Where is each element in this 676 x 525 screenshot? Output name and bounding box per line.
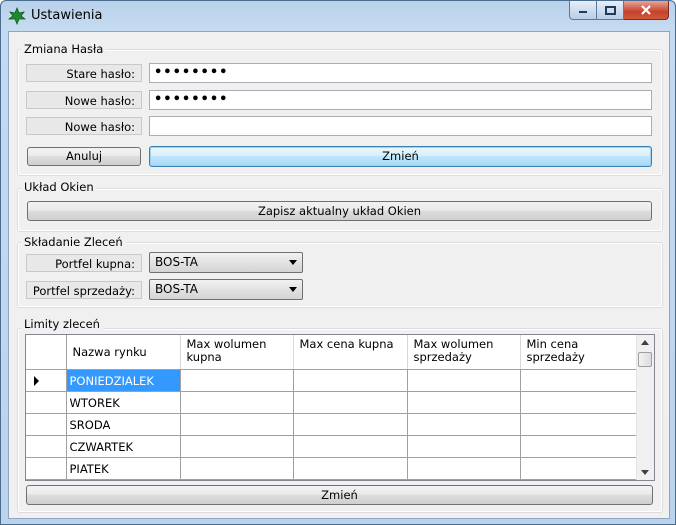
chevron-down-icon: [289, 287, 297, 292]
change-password-button[interactable]: Zmień: [149, 146, 652, 167]
column-header[interactable]: Nazwa rynku: [66, 335, 181, 370]
grid-vertical-scrollbar[interactable]: [636, 335, 654, 480]
layout-group-title: Układ Okien: [21, 180, 97, 194]
market-name-cell[interactable]: PONIEDZIALEK: [66, 369, 181, 392]
chevron-down-icon: [289, 260, 297, 265]
column-header[interactable]: Max wolumen sprzedaży: [407, 335, 521, 370]
scroll-down-icon[interactable]: [641, 470, 649, 475]
buy-portfolio-select[interactable]: BOS-TA: [149, 252, 303, 273]
table-row[interactable]: PIATEK: [26, 457, 637, 480]
grid-cell[interactable]: [520, 413, 637, 436]
market-name-cell[interactable]: SRODA: [66, 413, 181, 436]
grid-corner: [26, 335, 67, 370]
grid-cell[interactable]: [293, 413, 408, 436]
current-row-arrow-icon: [34, 375, 39, 386]
table-row[interactable]: PONIEDZIALEK: [26, 369, 637, 392]
row-header[interactable]: [26, 413, 67, 436]
column-header[interactable]: Max wolumen kupna: [180, 335, 294, 370]
grid-cell[interactable]: [520, 369, 637, 392]
row-header[interactable]: [26, 391, 67, 414]
column-header[interactable]: Max cena kupna: [293, 335, 408, 370]
grid-cell[interactable]: [407, 369, 521, 392]
grid-cell[interactable]: [180, 413, 294, 436]
table-row[interactable]: WTOREK: [26, 391, 637, 414]
grid-header-row: Nazwa rynku Max wolumen kupna Max cena k…: [26, 335, 637, 370]
buy-portfolio-label: Portfel kupna:: [26, 254, 142, 272]
sell-portfolio-value: BOS-TA: [155, 282, 198, 296]
market-name-cell[interactable]: WTOREK: [66, 391, 181, 414]
scrollbar-thumb[interactable]: [638, 352, 652, 367]
market-name-cell[interactable]: CZWARTEK: [66, 435, 181, 458]
grid-cell[interactable]: [180, 435, 294, 458]
change-limits-button[interactable]: Zmień: [26, 485, 653, 505]
grid-cell[interactable]: [520, 435, 637, 458]
grid-cell[interactable]: [293, 435, 408, 458]
maximize-icon: [604, 5, 616, 15]
settings-content: Zmiana Hasła Stare hasło: •••••••• Nowe …: [8, 31, 670, 519]
maximize-button[interactable]: [597, 1, 624, 20]
grid-cell[interactable]: [520, 457, 637, 480]
save-layout-button[interactable]: Zapisz aktualny układ Okien: [27, 201, 652, 221]
grid-cell[interactable]: [293, 457, 408, 480]
close-button[interactable]: [624, 1, 669, 20]
grid-cell[interactable]: [407, 413, 521, 436]
grid-cell[interactable]: [407, 435, 521, 458]
table-row[interactable]: CZWARTEK: [26, 435, 637, 458]
grid-cell[interactable]: [180, 457, 294, 480]
grid-cell[interactable]: [407, 391, 521, 414]
sell-portfolio-label: Portfel sprzedaży:: [26, 281, 142, 299]
repeat-password-field[interactable]: [149, 116, 652, 136]
new-password-field[interactable]: ••••••••: [149, 90, 652, 110]
grid-cell[interactable]: [407, 457, 521, 480]
limits-group-title: Limity zleceń: [21, 317, 103, 331]
cancel-button[interactable]: Anuluj: [27, 147, 141, 166]
grid-cell[interactable]: [180, 369, 294, 392]
window-title: Ustawienia: [31, 8, 103, 23]
repeat-password-label: Nowe hasło:: [26, 117, 142, 135]
scroll-up-icon[interactable]: [641, 340, 649, 345]
column-header[interactable]: Min cena sprzedaży: [520, 335, 637, 370]
close-icon: [641, 5, 651, 15]
row-header[interactable]: [26, 457, 67, 480]
grid-cell[interactable]: [520, 391, 637, 414]
limits-grid[interactable]: Nazwa rynku Max wolumen kupna Max cena k…: [25, 334, 655, 481]
buy-portfolio-value: BOS-TA: [155, 255, 198, 269]
row-header[interactable]: [26, 369, 67, 392]
app-leaf-icon: [8, 7, 26, 25]
table-row[interactable]: SRODA: [26, 413, 637, 436]
old-password-label: Stare hasło:: [26, 64, 142, 82]
grid-cell[interactable]: [293, 369, 408, 392]
new-password-label: Nowe hasło:: [26, 91, 142, 109]
orders-group-title: Składanie Zleceń: [21, 235, 126, 249]
sell-portfolio-select[interactable]: BOS-TA: [149, 279, 303, 300]
minimize-button[interactable]: [569, 1, 597, 20]
grid-cell[interactable]: [293, 391, 408, 414]
old-password-field[interactable]: ••••••••: [149, 63, 652, 83]
grid-cell[interactable]: [180, 391, 294, 414]
row-header[interactable]: [26, 435, 67, 458]
settings-window: Ustawienia Zmiana Hasła Stare hasło: •••…: [0, 0, 676, 525]
minimize-icon: [579, 11, 587, 13]
title-bar[interactable]: Ustawienia: [1, 1, 675, 31]
password-group-title: Zmiana Hasła: [21, 42, 107, 56]
market-name-cell[interactable]: PIATEK: [66, 457, 181, 480]
